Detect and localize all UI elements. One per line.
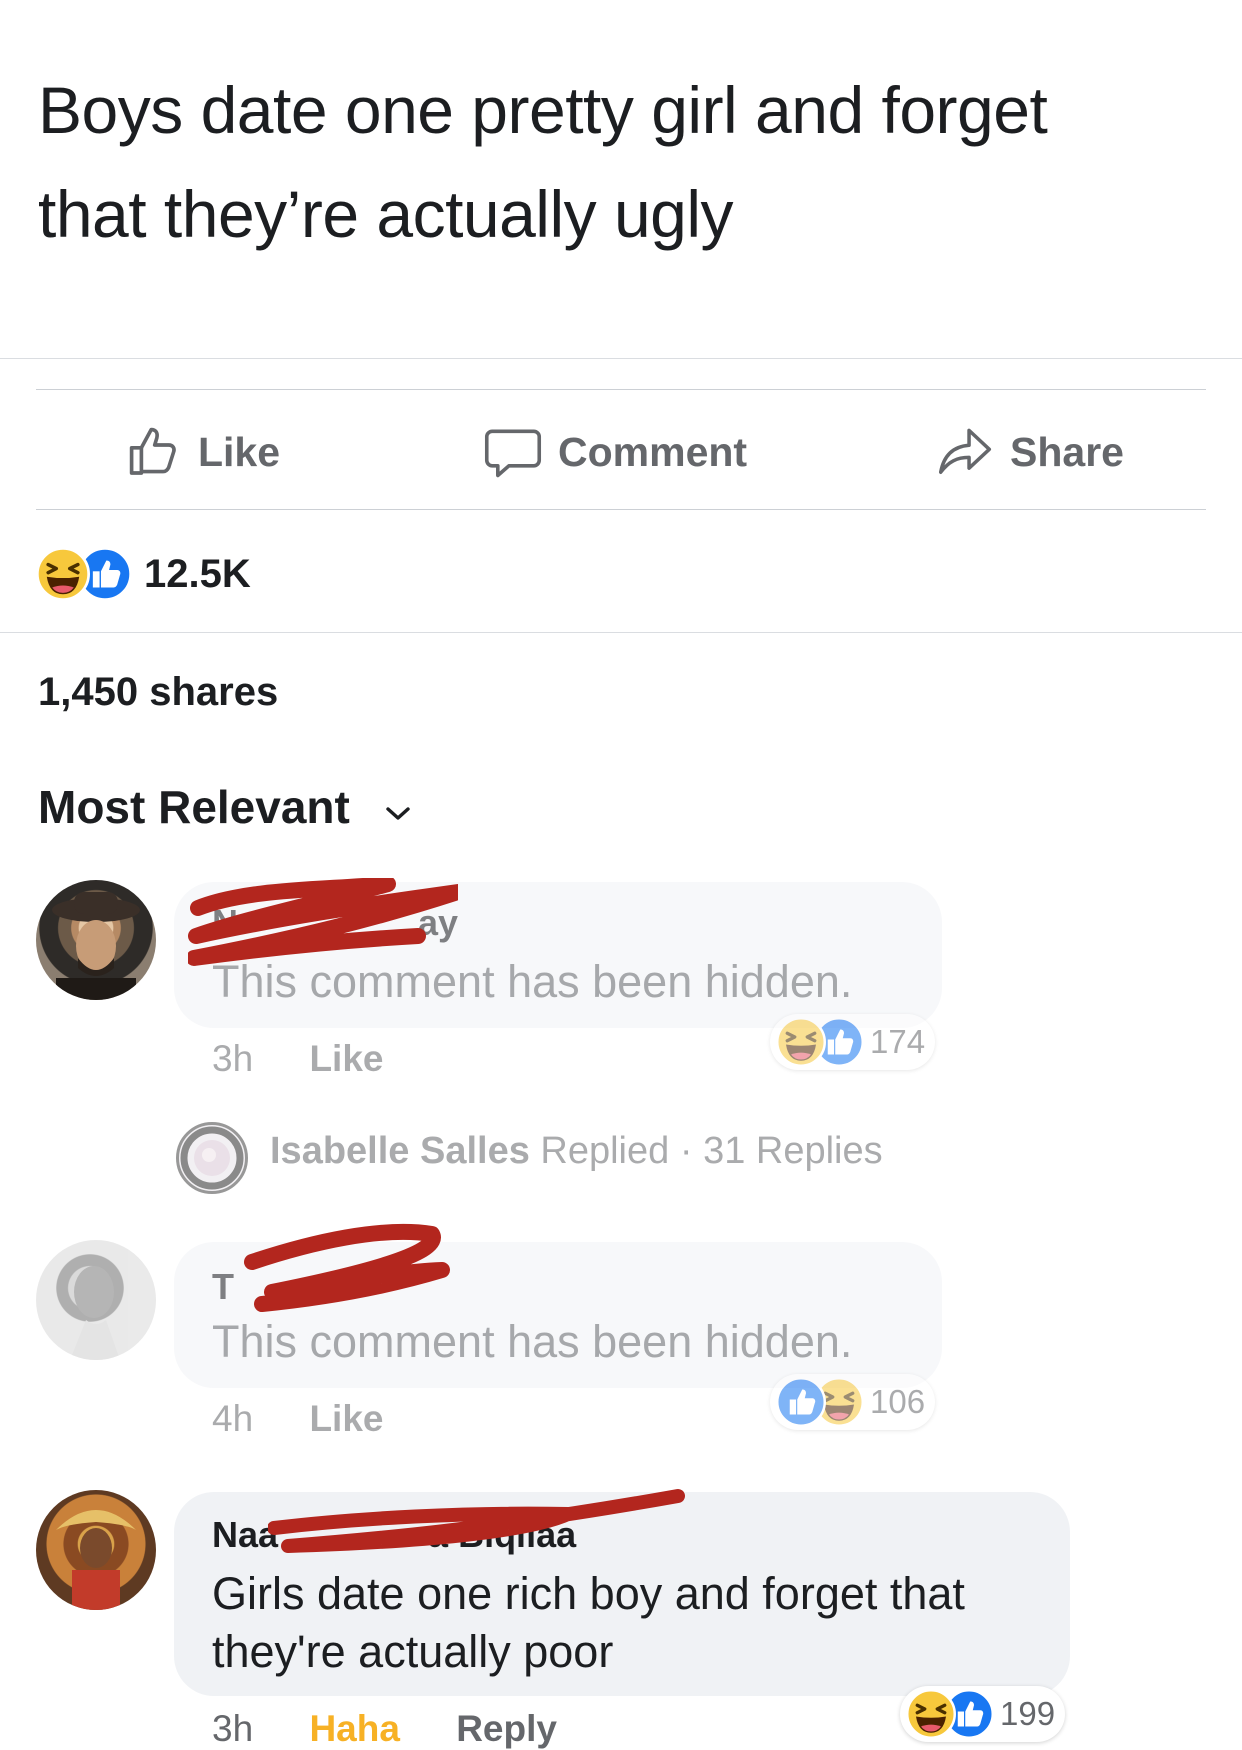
share-button-label: Share [1010,428,1124,475]
divider [36,389,1206,390]
comment-like-button[interactable]: Like [309,1038,383,1079]
divider [36,509,1206,510]
post-text-line-1: Boys date one pretty girl and forget [38,73,1048,147]
haha-icon [906,1689,956,1739]
comment-reactions[interactable]: 106 [770,1374,936,1430]
avatar[interactable] [36,880,156,1000]
haha-icon [776,1017,826,1067]
divider [0,358,1242,359]
commenter-name[interactable]: Naa a Biqilaa [212,1514,576,1556]
comment-bubble-icon [484,424,542,480]
portrait-icon [56,1510,136,1610]
thumbs-up-icon [126,424,182,480]
like-icon [776,1377,826,1427]
comment-button[interactable]: Comment [484,392,747,512]
comment-text: Girls date one rich boy and forget that … [212,1565,965,1681]
divider [0,632,1242,633]
avatar[interactable] [176,1122,248,1194]
comment-like-button[interactable]: Like [309,1398,383,1439]
like-button[interactable]: Like [126,392,280,512]
comment-sort-dropdown[interactable]: Most Relevant [38,780,412,834]
comment-text-line-1: Girls date one rich boy and forget that [212,1568,965,1619]
replies-summary[interactable]: Isabelle Salles Replied · 31 Replies [270,1130,883,1173]
comment-haha-button[interactable]: Haha [309,1708,399,1749]
comment-button-label: Comment [558,428,748,475]
reaction-count: 174 [870,1023,926,1060]
reaction-count: 199 [1000,1695,1056,1732]
chevron-down-icon [384,780,412,834]
comment-time[interactable]: 3h [212,1038,253,1079]
share-arrow-icon [936,425,994,479]
avatar[interactable] [36,1240,156,1360]
commenter-name[interactable]: Nay [212,902,458,944]
reaction-icons [36,547,132,601]
replier-name: Isabelle Salles [270,1130,530,1172]
commenter-name[interactable]: T [212,1266,234,1308]
post-text-line-2: that they’re actually ugly [38,177,734,251]
comment-meta: 3h Haha Reply [212,1708,557,1750]
comment-text: This comment has been hidden. [212,956,853,1007]
comment-text-line-2: they're actually poor [212,1626,614,1677]
haha-icon [36,547,90,601]
comment-text: This comment has been hidden. [212,1316,853,1367]
comment-reactions[interactable]: 199 [900,1686,1066,1742]
badge-ring-icon [180,1126,244,1190]
comment-reply-button[interactable]: Reply [456,1708,557,1749]
post-action-bar: Like Comment Share [36,392,1206,512]
reaction-count: 12.5K [144,551,251,596]
avatar[interactable] [36,1490,156,1610]
person-photo-icon [70,1266,120,1360]
comment-time[interactable]: 4h [212,1398,253,1439]
comment-meta: 3h Like [212,1038,383,1080]
reaction-count: 106 [870,1383,926,1420]
post-text: Boys date one pretty girl and forget tha… [38,58,1188,266]
replied-label: Replied [540,1130,670,1172]
share-button[interactable]: Share [936,392,1124,512]
comment-reactions[interactable]: 174 [770,1014,936,1070]
share-count[interactable]: 1,450 shares [38,670,278,715]
replies-count: 31 Replies [703,1130,883,1172]
sort-label: Most Relevant [38,781,350,833]
comment-meta: 4h Like [212,1398,383,1440]
post-reaction-summary[interactable]: 12.5K [36,544,251,604]
like-button-label: Like [198,428,281,475]
cowboy-hat-icon [52,892,140,1000]
comment-time[interactable]: 3h [212,1708,253,1749]
separator: · [679,1130,693,1172]
